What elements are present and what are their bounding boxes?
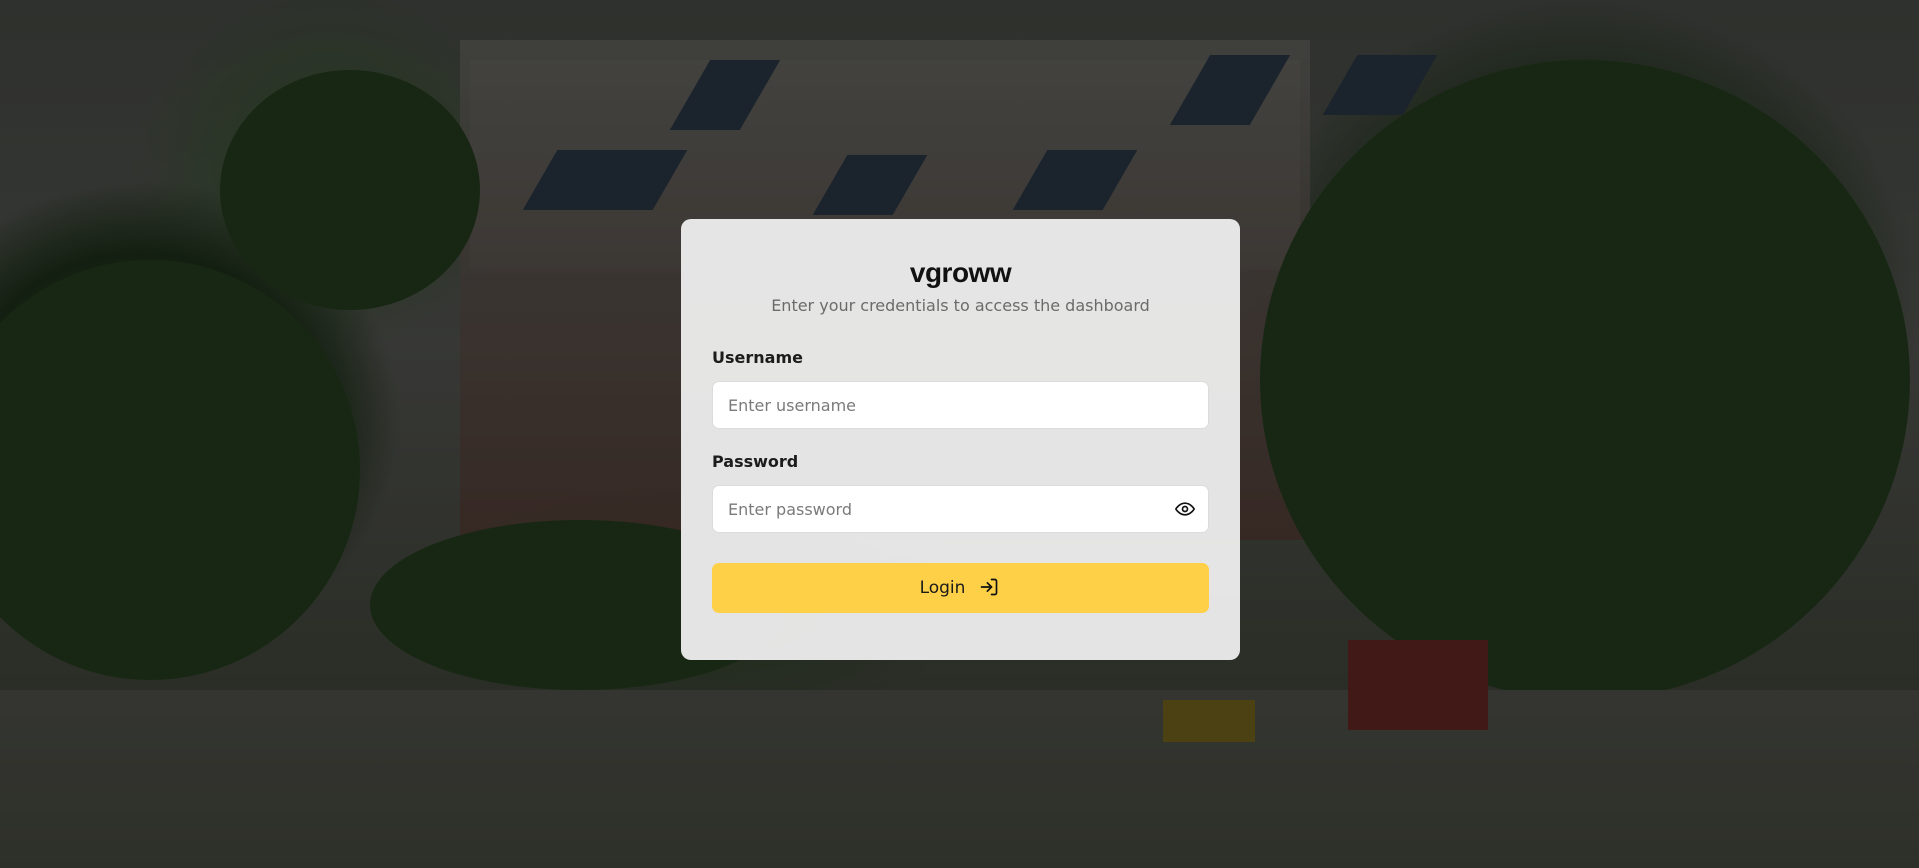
password-field-wrapper [712,485,1209,533]
username-label: Username [712,348,803,367]
password-input[interactable] [712,485,1209,533]
brand-title: vgroww [909,257,1012,288]
eye-icon[interactable] [1173,497,1197,521]
username-field-wrapper [712,381,1209,429]
password-label: Password [712,452,799,471]
login-button[interactable]: Login [712,563,1209,613]
login-card: vgroww Enter your credentials to access … [681,219,1240,660]
username-input[interactable] [712,381,1209,429]
login-subtitle: Enter your credentials to access the das… [771,296,1150,315]
log-in-arrow-icon [979,577,1001,599]
login-button-label: Login [919,578,966,598]
